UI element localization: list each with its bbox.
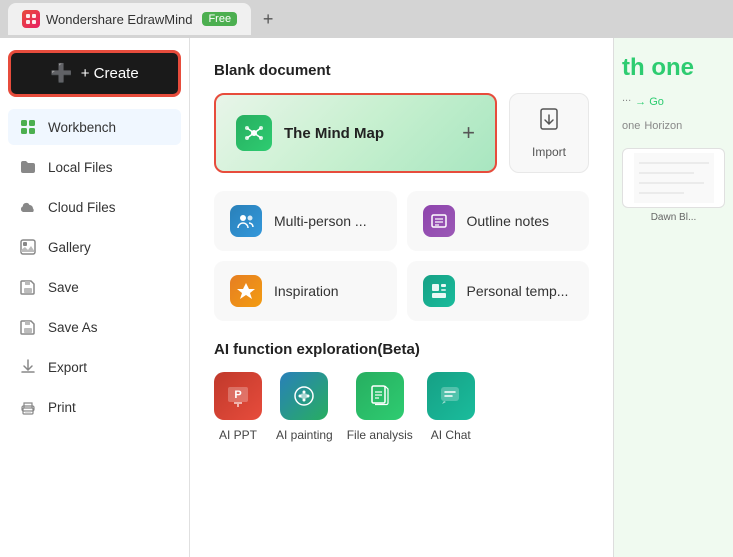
sidebar-item-save-label: Save	[48, 280, 79, 295]
sidebar-item-export[interactable]: Export	[8, 349, 181, 385]
feature-card-inspiration[interactable]: Inspiration	[214, 261, 397, 321]
file-analysis-label: File analysis	[347, 428, 413, 442]
sidebar-item-gallery-label: Gallery	[48, 240, 91, 255]
sidebar: ➕ + Create Workbench Local Files	[0, 38, 190, 557]
sidebar-item-gallery[interactable]: Gallery	[8, 229, 181, 265]
workbench-icon	[18, 117, 38, 137]
mind-map-plus-icon: +	[462, 120, 475, 146]
mind-map-left: The Mind Map	[236, 115, 384, 151]
blank-doc-title: Blank document	[214, 62, 589, 79]
content-area: Blank document	[190, 38, 733, 557]
sidebar-item-export-label: Export	[48, 360, 87, 375]
main-panel: Blank document	[190, 38, 613, 557]
right-panel-heading: th one	[622, 54, 725, 82]
outline-notes-label: Outline notes	[467, 213, 550, 229]
tab-bar: Wondershare EdrawMind Free +	[0, 0, 733, 38]
feature-card-personal-temp[interactable]: Personal temp...	[407, 261, 590, 321]
svg-text:P: P	[234, 389, 241, 401]
blank-doc-row: The Mind Map + Import	[214, 93, 589, 173]
import-label: Import	[532, 145, 566, 159]
ai-chat-label: AI Chat	[431, 428, 471, 442]
sidebar-item-save[interactable]: Save	[8, 269, 181, 305]
cloud-files-icon	[18, 197, 38, 217]
personal-temp-label: Personal temp...	[467, 283, 569, 299]
sidebar-item-cloud-files[interactable]: Cloud Files	[8, 189, 181, 225]
template-label: Dawn Bl...	[622, 212, 725, 223]
sidebar-item-save-as[interactable]: Save As	[8, 309, 181, 345]
feature-card-outline-notes[interactable]: Outline notes	[407, 191, 590, 251]
sidebar-item-cloud-label: Cloud Files	[48, 200, 116, 215]
ai-card-ppt[interactable]: P AI PPT	[214, 372, 262, 442]
import-icon	[536, 107, 562, 139]
multi-person-icon	[230, 205, 262, 237]
main-tab[interactable]: Wondershare EdrawMind Free	[8, 3, 251, 35]
feature-card-multi-person[interactable]: Multi-person ...	[214, 191, 397, 251]
new-tab-button[interactable]: +	[255, 6, 281, 32]
mind-map-icon	[236, 115, 272, 151]
right-panel: th one ... → Go one Horizon Dawn Bl...	[613, 38, 733, 557]
right-panel-ellipsis: ...	[622, 92, 631, 104]
ai-ppt-icon: P	[214, 372, 262, 420]
template-thumbnail[interactable]	[622, 148, 725, 208]
ai-card-chat[interactable]: AI Chat	[427, 372, 475, 442]
ai-painting-icon	[280, 372, 328, 420]
go-button[interactable]: → Go	[635, 96, 664, 108]
inspiration-icon	[230, 275, 262, 307]
tab-label: Wondershare EdrawMind	[46, 12, 192, 27]
multi-person-label: Multi-person ...	[274, 213, 367, 229]
sidebar-item-print[interactable]: Print	[8, 389, 181, 425]
right-panel-tabs: one Horizon	[622, 120, 725, 132]
file-analysis-icon	[356, 372, 404, 420]
app-icon	[22, 10, 40, 28]
sidebar-item-workbench-label: Workbench	[48, 120, 116, 135]
sidebar-item-print-label: Print	[48, 400, 76, 415]
local-files-icon	[18, 157, 38, 177]
export-icon	[18, 357, 38, 377]
ai-card-painting[interactable]: AI painting	[276, 372, 333, 442]
mind-map-label: The Mind Map	[284, 125, 384, 142]
sidebar-item-saveas-label: Save As	[48, 320, 98, 335]
ai-ppt-label: AI PPT	[219, 428, 257, 442]
feature-grid: Multi-person ... Outline notes	[214, 191, 589, 321]
save-as-icon	[18, 317, 38, 337]
sidebar-item-local-label: Local Files	[48, 160, 113, 175]
inspiration-label: Inspiration	[274, 283, 339, 299]
create-button[interactable]: ➕ + Create	[8, 50, 181, 97]
import-card[interactable]: Import	[509, 93, 589, 173]
tab-horizon: Horizon	[644, 120, 682, 132]
ai-card-file-analysis[interactable]: File analysis	[347, 372, 413, 442]
ai-chat-icon	[427, 372, 475, 420]
print-icon	[18, 397, 38, 417]
gallery-icon	[18, 237, 38, 257]
outline-notes-icon	[423, 205, 455, 237]
main-layout: ➕ + Create Workbench Local Files	[0, 38, 733, 557]
sidebar-item-workbench[interactable]: Workbench	[8, 109, 181, 145]
save-icon	[18, 277, 38, 297]
ai-grid: P AI PPT	[214, 372, 589, 442]
tab-one: one	[622, 120, 640, 132]
mind-map-card[interactable]: The Mind Map +	[214, 93, 497, 173]
create-plus-icon: ➕	[50, 63, 72, 84]
ai-painting-label: AI painting	[276, 428, 333, 442]
ai-section-title: AI function exploration(Beta)	[214, 341, 589, 358]
personal-temp-icon	[423, 275, 455, 307]
sidebar-item-local-files[interactable]: Local Files	[8, 149, 181, 185]
create-label: + Create	[81, 65, 139, 82]
tab-badge: Free	[202, 12, 237, 26]
